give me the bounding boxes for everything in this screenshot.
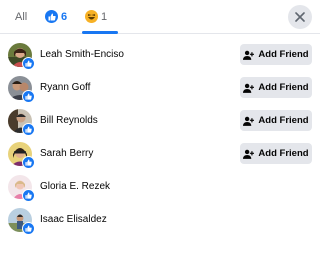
like-badge-icon [22, 123, 35, 136]
haha-count: 1 [101, 10, 108, 23]
add-friend-button[interactable]: Add Friend [240, 143, 312, 164]
close-icon [295, 12, 305, 22]
add-friend-button[interactable]: Add Friend [240, 110, 312, 131]
person-name[interactable]: Bill Reynolds [40, 115, 98, 126]
add-friend-icon [243, 50, 255, 60]
list-item: Leah Smith-Enciso Add Friend [0, 39, 320, 72]
add-friend-label: Add Friend [258, 82, 309, 93]
like-badge-icon [22, 156, 35, 169]
tab-all[interactable]: All [15, 0, 27, 33]
like-count: 6 [61, 10, 68, 23]
like-badge-icon [22, 222, 35, 235]
list-item: Sarah Berry Add Friend [0, 138, 320, 171]
add-friend-label: Add Friend [258, 49, 309, 60]
list-item: Gloria E. Rezek [0, 171, 320, 204]
add-friend-button[interactable]: Add Friend [240, 77, 312, 98]
avatar[interactable] [8, 208, 35, 235]
avatar[interactable] [8, 175, 35, 202]
avatar[interactable] [8, 76, 35, 103]
person-name[interactable]: Gloria E. Rezek [40, 181, 110, 192]
like-badge-icon [22, 189, 35, 202]
reaction-tabs: All 6 1 [0, 0, 320, 34]
add-friend-icon [243, 116, 255, 126]
person-name[interactable]: Leah Smith-Enciso [40, 49, 124, 60]
list-item: Isaac Elisaldez [0, 204, 320, 237]
list-item: Ryann Goff Add Friend [0, 72, 320, 105]
add-friend-icon [243, 149, 255, 159]
like-icon [45, 10, 58, 23]
person-name[interactable]: Isaac Elisaldez [40, 214, 107, 225]
list-item: Bill Reynolds Add Friend [0, 105, 320, 138]
tab-like[interactable]: 6 [45, 0, 118, 34]
person-name[interactable]: Sarah Berry [40, 148, 93, 159]
avatar[interactable] [8, 109, 35, 136]
add-friend-label: Add Friend [258, 148, 309, 159]
reactions-list: Leah Smith-Enciso Add Friend Ryann Goff … [0, 39, 320, 237]
avatar[interactable] [8, 43, 35, 70]
add-friend-button[interactable]: Add Friend [240, 44, 312, 65]
tab-haha[interactable]: 1 [85, 0, 107, 33]
person-name[interactable]: Ryann Goff [40, 82, 90, 93]
add-friend-label: Add Friend [258, 115, 309, 126]
close-button[interactable] [288, 5, 312, 29]
add-friend-icon [243, 83, 255, 93]
like-badge-icon [22, 90, 35, 103]
like-badge-icon [22, 57, 35, 70]
avatar[interactable] [8, 142, 35, 169]
haha-icon [85, 10, 98, 23]
tab-all-label: All [15, 10, 28, 23]
